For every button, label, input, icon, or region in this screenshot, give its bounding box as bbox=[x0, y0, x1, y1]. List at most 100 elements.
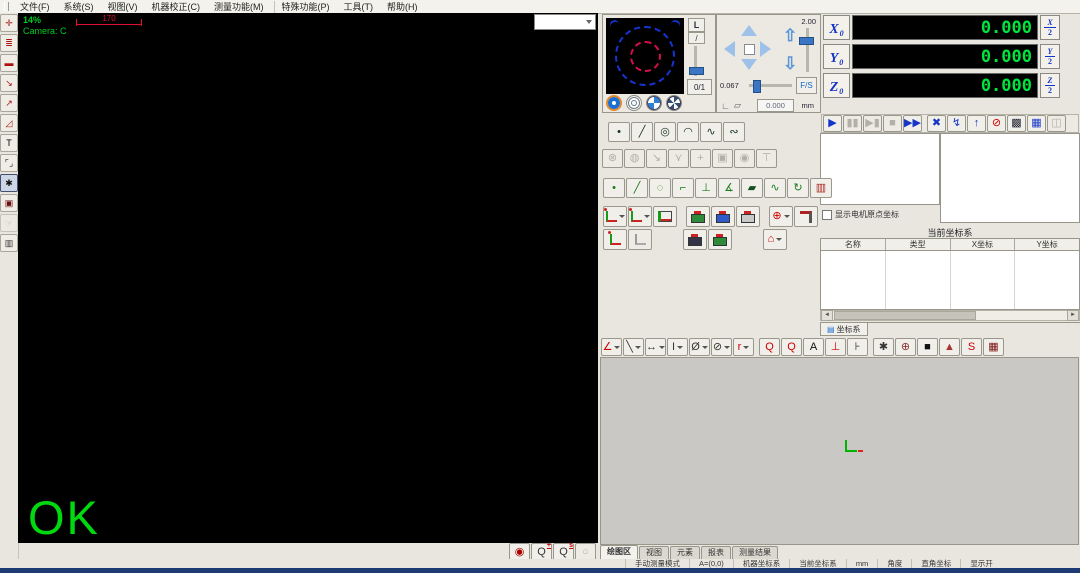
construct-plane-button[interactable]: ▰ bbox=[741, 178, 763, 198]
dim-horizontal-button[interactable]: ↔ bbox=[645, 338, 666, 356]
construct-perpendicular-button[interactable]: ⊥ bbox=[695, 178, 717, 198]
text-tool-icon[interactable]: T bbox=[0, 134, 18, 152]
ring-light-quadrant-button[interactable] bbox=[646, 95, 662, 111]
dim-diameter-button[interactable]: Ø bbox=[689, 338, 710, 356]
coordinate-table-body[interactable] bbox=[820, 251, 1080, 310]
bottom-tab-4[interactable]: 报表 bbox=[701, 546, 731, 559]
measure-circle-button[interactable]: ◎ bbox=[654, 122, 676, 142]
jog-down-button[interactable] bbox=[741, 59, 757, 70]
barcode-tool-icon[interactable]: ▥ bbox=[0, 234, 18, 252]
construct-point-button[interactable]: • bbox=[603, 178, 625, 198]
z-down-button[interactable]: ⇩ bbox=[783, 55, 797, 72]
view-zoom-in-button[interactable]: Q bbox=[759, 338, 780, 356]
table-column-header[interactable]: X坐标 bbox=[951, 239, 1016, 250]
probe-compensate-button-button[interactable]: ↯ bbox=[947, 115, 966, 132]
table-hscrollbar[interactable]: ◄ ► bbox=[820, 310, 1080, 321]
ring-light-all-button[interactable] bbox=[606, 95, 622, 111]
construct-contour-button[interactable]: ↻ bbox=[787, 178, 809, 198]
focus-region-tool-icon[interactable]: ⌜⌟ bbox=[0, 154, 18, 172]
vector-probe-tool-icon[interactable]: ↘ bbox=[0, 74, 18, 92]
light-slider-thumb[interactable] bbox=[689, 67, 704, 75]
axis-half-button-z[interactable]: Z2 bbox=[1040, 73, 1060, 98]
measure-line-button[interactable]: ╱ bbox=[631, 122, 653, 142]
probe-calibrate-button[interactable] bbox=[794, 206, 818, 227]
set-axis-button[interactable] bbox=[628, 206, 652, 227]
ring-light-outer-button[interactable] bbox=[626, 95, 642, 111]
vector-probe-tool-2-icon[interactable]: ↗ bbox=[0, 94, 18, 112]
bottom-tab-5[interactable]: 测量结果 bbox=[732, 546, 778, 559]
menu-item[interactable]: 机器校正(C) bbox=[145, 1, 208, 13]
move-up-button-button[interactable]: ↑ bbox=[967, 115, 986, 132]
report-table-button[interactable]: ▦ bbox=[983, 338, 1004, 356]
dim-perpendicularity-button[interactable]: ⊥ bbox=[825, 338, 846, 356]
rotate-axis-button[interactable] bbox=[603, 229, 627, 250]
jog-center-stop[interactable] bbox=[744, 44, 755, 55]
temp-coord-button[interactable] bbox=[736, 206, 760, 227]
settings-tool-icon[interactable]: ✱ bbox=[0, 174, 18, 192]
step-slider-thumb[interactable] bbox=[753, 80, 761, 93]
axis-half-button-y[interactable]: Y2 bbox=[1040, 44, 1060, 69]
measure-point-button[interactable]: • bbox=[608, 122, 630, 142]
tools-button-button[interactable]: ✖ bbox=[927, 115, 946, 132]
bottom-tab-1[interactable]: 绘图区 bbox=[600, 545, 638, 559]
bottom-tab-2[interactable]: 视图 bbox=[639, 546, 669, 559]
light-on-off-button[interactable]: 0/1 bbox=[687, 79, 712, 95]
camera-tool-icon[interactable]: ▣ bbox=[0, 194, 18, 212]
construct-angle-button[interactable]: ∡ bbox=[718, 178, 740, 198]
axis-zero-button-z[interactable]: Z0 bbox=[823, 73, 850, 98]
dim-radius-button[interactable]: r bbox=[733, 338, 754, 356]
scroll-thumb[interactable] bbox=[834, 311, 976, 320]
construct-line-button[interactable]: ╱ bbox=[626, 178, 648, 198]
speed-slider-thumb[interactable] bbox=[799, 37, 814, 45]
menu-item[interactable]: 文件(F) bbox=[13, 1, 57, 13]
menu-item[interactable]: 帮助(H) bbox=[380, 1, 425, 13]
measure-contour-button[interactable]: ∾ bbox=[723, 122, 745, 142]
annotation-text-button[interactable]: A bbox=[803, 338, 824, 356]
jog-left-button[interactable] bbox=[724, 41, 735, 57]
dim-distance-button[interactable]: ╲ bbox=[623, 338, 644, 356]
grid-view-button-button[interactable]: ▦ bbox=[1027, 115, 1046, 132]
ring-light-segment-button[interactable] bbox=[666, 95, 682, 111]
machine-coord-button[interactable] bbox=[686, 206, 710, 227]
focus-slash-button[interactable]: / bbox=[688, 32, 705, 44]
report-export-s-button[interactable]: S bbox=[961, 338, 982, 356]
menu-item[interactable]: 工具(T) bbox=[337, 1, 381, 13]
edge-detect-tool-icon[interactable]: ≣ bbox=[0, 34, 18, 52]
report-fill-button[interactable]: ■ bbox=[917, 338, 938, 356]
tab-coordinate-system[interactable]: ▤ 坐标系 bbox=[820, 323, 868, 336]
jog-up-button[interactable] bbox=[741, 25, 757, 36]
fast-slow-toggle-button[interactable]: F/S bbox=[796, 77, 817, 94]
probe-point-tool-icon[interactable]: ✛ bbox=[0, 14, 18, 32]
measure-arc-button[interactable]: ◠ bbox=[677, 122, 699, 142]
report-probe-button[interactable]: ⊕ bbox=[895, 338, 916, 356]
table-column-header[interactable]: 名称 bbox=[821, 239, 886, 250]
scroll-right-arrow[interactable]: ► bbox=[1067, 310, 1079, 321]
scroll-left-arrow[interactable]: ◄ bbox=[821, 310, 833, 321]
jog-right-button[interactable] bbox=[760, 41, 771, 57]
emergency-stop-button-button[interactable]: ⊘ bbox=[987, 115, 1006, 132]
report-settings-button[interactable]: ✱ bbox=[873, 338, 894, 356]
z-up-button[interactable]: ⇧ bbox=[783, 27, 797, 44]
construct-curve-button[interactable]: ∿ bbox=[764, 178, 786, 198]
report-tolerance-button[interactable]: ▲ bbox=[939, 338, 960, 356]
menu-item[interactable]: 视图(V) bbox=[101, 1, 145, 13]
video-preset-combobox[interactable] bbox=[534, 14, 596, 30]
go-home-button[interactable]: ⌂ bbox=[763, 229, 787, 250]
set-origin-button[interactable] bbox=[603, 206, 627, 227]
jog-position-field[interactable]: 0.000 bbox=[757, 99, 794, 112]
save-coordinate-button[interactable] bbox=[653, 206, 677, 227]
target-origin-button[interactable]: ⊕ bbox=[769, 206, 793, 227]
monitor-button-button[interactable]: ▩ bbox=[1007, 115, 1026, 132]
dim-angle-button[interactable]: ∠ bbox=[601, 338, 622, 356]
checkbox[interactable] bbox=[822, 210, 832, 220]
run-button-button[interactable]: ▶ bbox=[823, 115, 842, 132]
fast-run-button-button[interactable]: ▶▶ bbox=[903, 115, 922, 132]
recall-coord-button[interactable] bbox=[708, 229, 732, 250]
axis-zero-button-x[interactable]: X0 bbox=[823, 15, 850, 40]
angle-probe-tool-icon[interactable]: ◿ bbox=[0, 114, 18, 132]
part-coord-button[interactable] bbox=[711, 206, 735, 227]
dim-parallelism-button[interactable]: ⊦ bbox=[847, 338, 868, 356]
dim-circle-runout-button[interactable]: ⊘ bbox=[711, 338, 732, 356]
menu-item[interactable]: 特殊功能(P) bbox=[274, 1, 337, 13]
line-scan-tool-icon[interactable]: ▬ bbox=[0, 54, 18, 72]
